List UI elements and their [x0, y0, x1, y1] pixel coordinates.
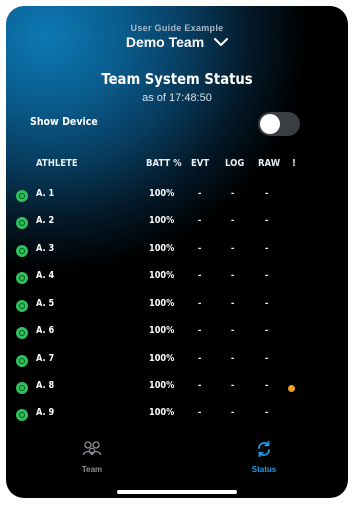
table-row[interactable]: A. 9 100% - - -: [6, 403, 348, 430]
home-indicator[interactable]: [117, 490, 237, 494]
raw-value: -: [265, 380, 269, 391]
log-value: -: [231, 380, 235, 391]
evt-value: -: [198, 270, 202, 281]
log-value: -: [231, 325, 235, 336]
battery-value: 100%: [149, 215, 175, 226]
table-row[interactable]: A. 4 100% - - -: [6, 266, 348, 293]
status-ok-icon: [16, 327, 28, 339]
tab-team-label: Team: [81, 465, 103, 474]
log-value: -: [231, 298, 235, 309]
log-value: -: [231, 353, 235, 364]
table-row[interactable]: A. 8 100% - - -: [6, 376, 348, 403]
header-subtitle: User Guide Example: [130, 23, 224, 33]
battery-value: 100%: [149, 270, 175, 281]
page-title: Team System Status: [101, 70, 253, 88]
raw-value: -: [265, 243, 269, 254]
table-row[interactable]: A. 1 100% - - -: [6, 184, 348, 211]
tab-bar: Team Status: [6, 436, 348, 486]
column-header-log: LOG: [225, 158, 245, 169]
table-row[interactable]: A. 6 100% - - -: [6, 321, 348, 348]
sync-icon: [256, 440, 272, 462]
status-ok-icon: [16, 245, 28, 257]
table-row[interactable]: A. 2 100% - - -: [6, 211, 348, 238]
table-row[interactable]: A. 5 100% - - -: [6, 294, 348, 321]
athlete-name: A. 1: [36, 188, 55, 199]
column-header-battery: BATT %: [146, 158, 182, 169]
raw-value: -: [265, 188, 269, 199]
status-ok-icon: [16, 272, 28, 284]
alert-indicator-icon: [288, 385, 295, 392]
show-device-label: Show Device: [30, 115, 98, 128]
log-value: -: [231, 407, 235, 418]
raw-value: -: [265, 325, 269, 336]
toggle-knob: [260, 114, 280, 134]
app-screen: User Guide Example Demo Team Team System…: [6, 6, 348, 498]
table-row[interactable]: A. 7 100% - - -: [6, 349, 348, 376]
athlete-name: A. 7: [36, 353, 55, 364]
evt-value: -: [198, 353, 202, 364]
column-header-raw: RAW: [258, 158, 281, 169]
evt-value: -: [198, 215, 202, 226]
column-header-athlete: ATHLETE: [36, 158, 78, 169]
battery-value: 100%: [149, 407, 175, 418]
status-ok-icon: [16, 190, 28, 202]
log-value: -: [231, 215, 235, 226]
athlete-name: A. 6: [36, 325, 55, 336]
raw-value: -: [265, 407, 269, 418]
battery-value: 100%: [149, 353, 175, 364]
status-ok-icon: [16, 382, 28, 394]
battery-value: 100%: [149, 243, 175, 254]
evt-value: -: [198, 407, 202, 418]
status-ok-icon: [16, 355, 28, 367]
tab-status-label: Status: [251, 465, 277, 474]
log-value: -: [231, 188, 235, 199]
athlete-name: A. 4: [36, 270, 55, 281]
evt-value: -: [198, 298, 202, 309]
log-value: -: [231, 243, 235, 254]
chevron-down-icon: [214, 37, 229, 47]
show-device-toggle[interactable]: [258, 112, 300, 136]
log-value: -: [231, 270, 235, 281]
status-ok-icon: [16, 409, 28, 421]
tab-status[interactable]: Status: [234, 440, 294, 474]
athlete-name: A. 5: [36, 298, 55, 309]
column-header-alert: !: [292, 158, 296, 169]
team-name: Demo Team: [125, 34, 205, 50]
athlete-name: A. 3: [36, 243, 55, 254]
battery-value: 100%: [149, 325, 175, 336]
evt-value: -: [198, 380, 202, 391]
evt-value: -: [198, 188, 202, 199]
athlete-name: A. 9: [36, 407, 55, 418]
evt-value: -: [198, 243, 202, 254]
status-ok-icon: [16, 217, 28, 229]
raw-value: -: [265, 353, 269, 364]
table-row[interactable]: A. 3 100% - - -: [6, 239, 348, 266]
raw-value: -: [265, 298, 269, 309]
battery-value: 100%: [149, 188, 175, 199]
athlete-name: A. 2: [36, 215, 55, 226]
evt-value: -: [198, 325, 202, 336]
column-header-evt: EVT: [191, 158, 210, 169]
status-ok-icon: [16, 300, 28, 312]
raw-value: -: [265, 215, 269, 226]
battery-value: 100%: [149, 380, 175, 391]
athlete-name: A. 8: [36, 380, 55, 391]
battery-value: 100%: [149, 298, 175, 309]
tab-team[interactable]: Team: [62, 440, 122, 474]
raw-value: -: [265, 270, 269, 281]
team-selector[interactable]: Demo Team: [6, 34, 348, 50]
timestamp: as of 17:48:50: [142, 92, 212, 104]
people-icon: [82, 441, 102, 462]
